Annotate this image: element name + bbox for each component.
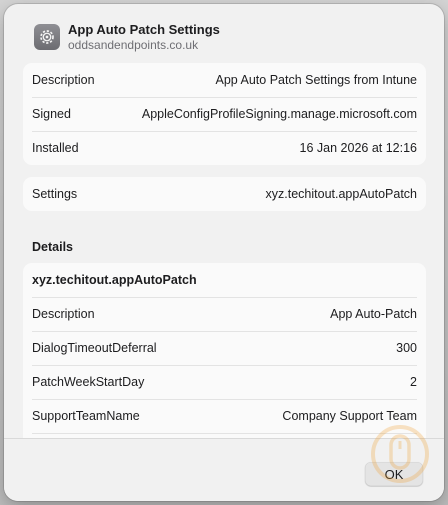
- row-value: AppleConfigProfileSigning.manage.microso…: [141, 107, 417, 121]
- details-scroll-area[interactable]: Description App Auto Patch Settings from…: [4, 62, 444, 438]
- settings-card: Settings xyz.techitout.appAutoPatch: [23, 177, 426, 211]
- row-label: Description: [32, 73, 95, 87]
- dialog-title: App Auto Patch Settings: [68, 22, 220, 37]
- dialog-header: App Auto Patch Settings oddsandendpoints…: [4, 4, 444, 62]
- detail-row-description: Description App Auto-Patch: [23, 297, 426, 331]
- payload-name: xyz.techitout.appAutoPatch: [32, 273, 197, 287]
- row-label: Signed: [32, 107, 71, 121]
- row-label: SupportTeamName: [32, 409, 140, 423]
- row-value: 16 Jan 2026 at 12:16: [299, 141, 417, 155]
- payload-details-card: xyz.techitout.appAutoPatch Description A…: [23, 263, 426, 438]
- detail-row-patch-week-start-day: PatchWeekStartDay 2: [23, 365, 426, 399]
- gear-icon: [34, 24, 60, 50]
- row-label: Installed: [32, 141, 79, 155]
- row-value: 300: [396, 341, 417, 355]
- row-value: App Auto-Patch: [330, 307, 417, 321]
- detail-row-support-team-name: SupportTeamName Company Support Team: [23, 399, 426, 433]
- payload-name-row: xyz.techitout.appAutoPatch: [23, 263, 426, 297]
- watermark-logo-icon: [371, 425, 429, 483]
- row-label: DialogTimeoutDeferral: [32, 341, 157, 355]
- row-value: App Auto Patch Settings from Intune: [215, 73, 417, 87]
- row-value: 2: [410, 375, 417, 389]
- row-value: xyz.techitout.appAutoPatch: [265, 187, 417, 201]
- details-section-title: Details: [32, 240, 73, 254]
- dialog-subtitle: oddsandendpoints.co.uk: [68, 38, 199, 52]
- profile-row-description: Description App Auto Patch Settings from…: [23, 63, 426, 97]
- row-label: Description: [32, 307, 95, 321]
- row-label: PatchWeekStartDay: [32, 375, 145, 389]
- row-label: Settings: [32, 187, 78, 201]
- profile-row-installed: Installed 16 Jan 2026 at 12:16: [23, 131, 426, 165]
- profile-info-card: Description App Auto Patch Settings from…: [23, 63, 426, 165]
- profile-row-signed: Signed AppleConfigProfileSigning.manage.…: [23, 97, 426, 131]
- row-value: Company Support Team: [282, 409, 417, 423]
- detail-row-dialog-timeout-deferral: DialogTimeoutDeferral 300: [23, 331, 426, 365]
- settings-row: Settings xyz.techitout.appAutoPatch: [23, 177, 426, 211]
- profile-details-dialog: App Auto Patch Settings oddsandendpoints…: [4, 4, 444, 501]
